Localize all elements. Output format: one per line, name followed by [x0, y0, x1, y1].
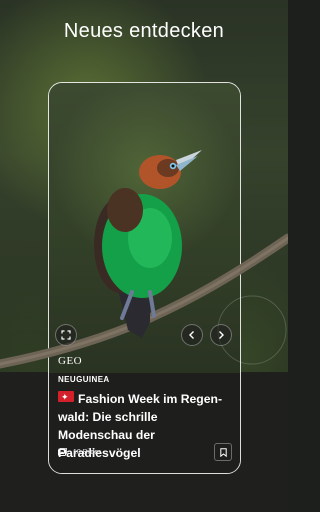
chevron-right-icon [219, 331, 224, 339]
next-button[interactable] [210, 324, 232, 346]
expand-button[interactable] [55, 324, 77, 346]
bookmark-icon [219, 447, 227, 457]
page-title: Neues entdecken [63, 20, 225, 42]
expand-icon [61, 330, 71, 340]
gallery-count: 10 Bilder [73, 448, 101, 456]
previous-button[interactable] [181, 324, 203, 346]
chevron-left-icon [189, 331, 194, 339]
brand-logo: GEO [58, 355, 83, 367]
gallery-meta: 10 Bilder [58, 448, 101, 456]
flag-icon [58, 389, 74, 406]
gallery-icon [58, 448, 67, 456]
article-kicker: NEUGUINEA [58, 375, 110, 384]
bookmark-button[interactable] [214, 443, 232, 461]
